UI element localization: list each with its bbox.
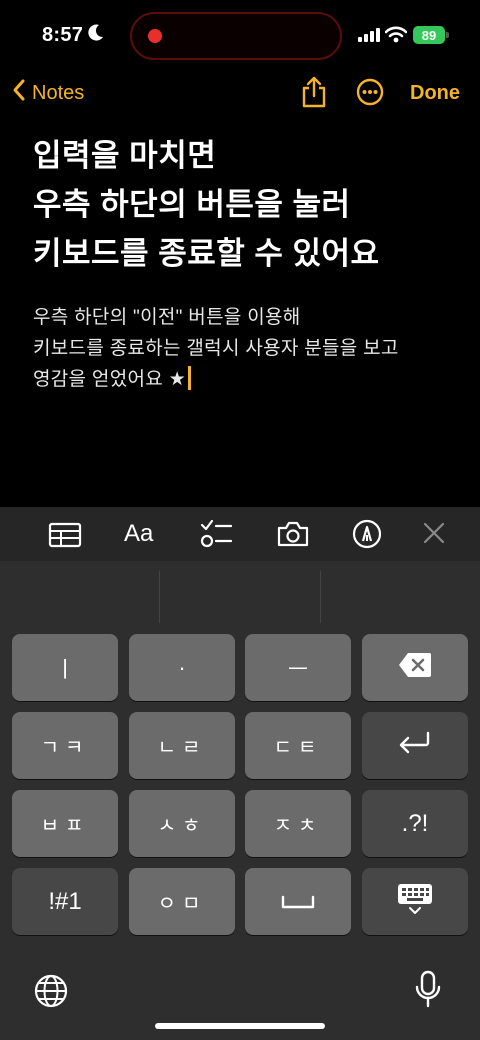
close-icon[interactable]	[422, 521, 446, 550]
return-icon	[398, 730, 432, 762]
note-body-line: 키보드를 종료하는 갤럭시 사용자 분들을 보고	[33, 338, 399, 359]
note-title-line: 우측 하단의 버튼을 눌러	[33, 187, 351, 222]
keyboard-dismiss-icon	[397, 883, 433, 921]
key-siot-hieut[interactable]: ㅅㅎ	[129, 790, 235, 857]
status-time: 8:57	[42, 24, 84, 46]
key-vowel-i[interactable]: ㅣ	[12, 634, 118, 701]
note-title-line: 키보드를 종료할 수 있어요	[33, 236, 380, 271]
back-button[interactable]: Notes	[12, 78, 84, 108]
key-nieun-rieul[interactable]: ㄴㄹ	[129, 712, 235, 779]
globe-icon[interactable]	[33, 973, 69, 1014]
status-bar: 8:57 89	[0, 0, 480, 70]
chevron-left-icon	[12, 78, 26, 108]
share-icon[interactable]	[300, 76, 328, 113]
backspace-icon	[398, 652, 432, 684]
key-punctuation[interactable]: .?!	[362, 790, 468, 857]
battery-icon: 89	[413, 26, 445, 44]
note-body-line-last: 영감을 얻었어요 ★	[33, 364, 191, 391]
candidate-divider	[159, 571, 160, 623]
key-digeut-tieut[interactable]: ㄷㅌ	[245, 712, 351, 779]
space-icon	[281, 889, 315, 915]
note-body-line: 우측 하단의 "이전" 버튼을 이용해	[33, 307, 301, 328]
done-button[interactable]: Done	[410, 82, 460, 105]
microphone-icon[interactable]	[414, 970, 442, 1015]
key-numbers[interactable]: !#1	[12, 868, 118, 935]
note-body-text: 영감을 얻었어요 ★	[33, 369, 186, 390]
signal-icon	[358, 28, 380, 47]
key-ieung-mieum[interactable]: ㅇㅁ	[129, 868, 235, 935]
format-icon[interactable]: Aa	[124, 520, 153, 548]
checklist-icon[interactable]	[200, 519, 233, 554]
dynamic-island[interactable]	[130, 12, 342, 60]
key-giyeok-kieuk[interactable]: ㄱㅋ	[12, 712, 118, 779]
moon-icon	[88, 24, 104, 47]
return-button[interactable]	[362, 712, 468, 779]
backspace-button[interactable]	[362, 634, 468, 701]
back-label: Notes	[32, 81, 85, 104]
markup-icon[interactable]	[352, 519, 382, 554]
candidate-divider	[320, 571, 321, 623]
candidate-bar[interactable]	[0, 561, 480, 625]
table-icon[interactable]	[48, 522, 82, 553]
more-icon[interactable]	[356, 78, 384, 111]
recording-indicator-icon	[148, 29, 162, 43]
home-indicator[interactable]	[155, 1023, 325, 1029]
wifi-icon	[384, 26, 408, 48]
battery-level: 89	[421, 27, 437, 43]
note-title-line: 입력을 마치면	[33, 138, 217, 173]
camera-icon[interactable]	[276, 520, 310, 553]
key-vowel-dot[interactable]: ·	[129, 634, 235, 701]
dismiss-keyboard-button[interactable]	[362, 868, 468, 935]
key-bieup-pieup[interactable]: ㅂㅍ	[12, 790, 118, 857]
space-button[interactable]	[245, 868, 351, 935]
format-toolbar: Aa	[0, 507, 480, 561]
text-cursor	[187, 366, 191, 390]
key-jieut-chieut[interactable]: ㅈㅊ	[245, 790, 351, 857]
battery-tip	[446, 32, 449, 38]
key-vowel-eu[interactable]: ㅡ	[245, 634, 351, 701]
